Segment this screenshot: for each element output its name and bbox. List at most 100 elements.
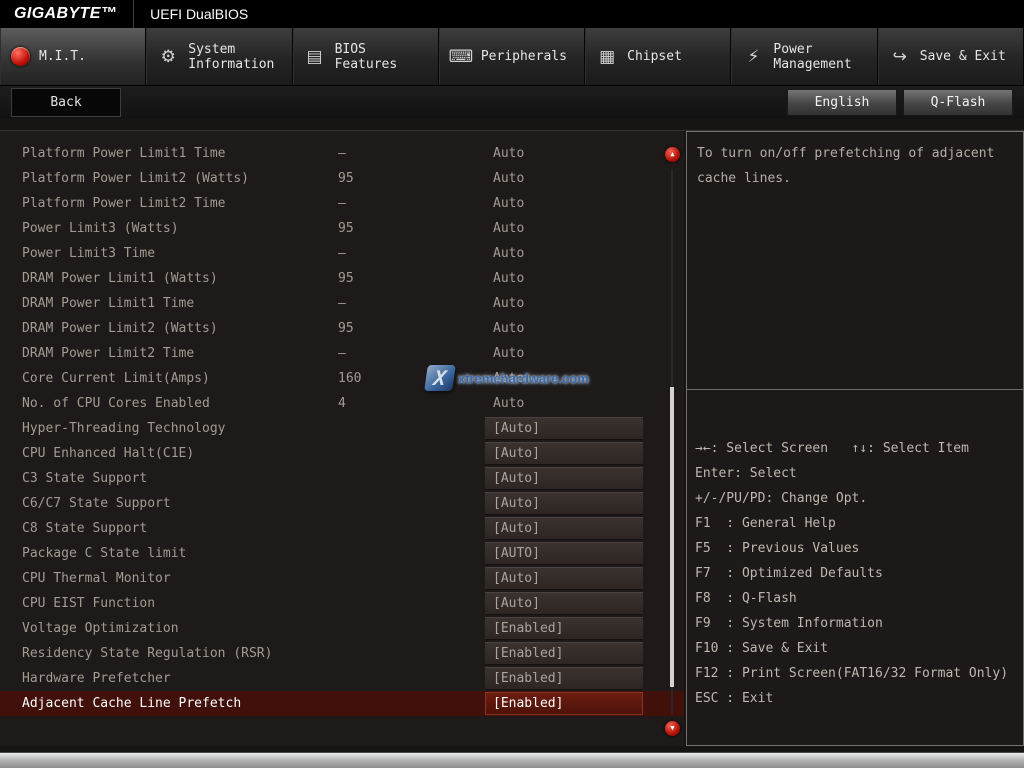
setting-value: 95 bbox=[338, 171, 485, 186]
tab-label: Save & Exit bbox=[920, 49, 1006, 64]
setting-option[interactable]: Auto bbox=[485, 216, 643, 241]
setting-label: CPU Enhanced Halt(C1E) bbox=[0, 446, 338, 461]
setting-label: C6/C7 State Support bbox=[0, 496, 338, 511]
settings-list: Platform Power Limit1 Time – Auto Platfo… bbox=[0, 141, 684, 716]
setting-row[interactable]: DRAM Power Limit2 Time – Auto bbox=[0, 341, 684, 366]
setting-row[interactable]: Platform Power Limit2 Time – Auto bbox=[0, 191, 684, 216]
setting-row[interactable]: No. of CPU Cores Enabled 4 Auto bbox=[0, 391, 684, 416]
setting-option[interactable]: Auto bbox=[485, 341, 643, 366]
setting-option[interactable]: [Enabled] bbox=[485, 617, 643, 640]
setting-option[interactable]: Auto bbox=[485, 291, 643, 316]
setting-label: Core Current Limit(Amps) bbox=[0, 371, 338, 386]
back-button[interactable]: Back bbox=[11, 88, 121, 117]
setting-label: DRAM Power Limit2 Time bbox=[0, 346, 338, 361]
setting-row[interactable]: CPU EIST Function [Auto] bbox=[0, 591, 684, 616]
setting-option[interactable]: [Enabled] bbox=[485, 692, 643, 715]
setting-option[interactable]: [Auto] bbox=[485, 592, 643, 615]
setting-option[interactable]: Auto bbox=[485, 141, 643, 166]
setting-option[interactable]: Auto bbox=[485, 266, 643, 291]
setting-option[interactable]: [Enabled] bbox=[485, 667, 643, 690]
tab-peripherals[interactable]: ⌨ Peripherals bbox=[439, 28, 585, 85]
setting-value: – bbox=[338, 346, 485, 361]
scroll-thumb[interactable] bbox=[670, 387, 674, 687]
setting-option[interactable]: [AUTO] bbox=[485, 542, 643, 565]
setting-label: C8 State Support bbox=[0, 521, 338, 536]
setting-option[interactable]: [Auto] bbox=[485, 517, 643, 540]
setting-option[interactable]: Auto bbox=[485, 166, 643, 191]
setting-row[interactable]: DRAM Power Limit1 Time – Auto bbox=[0, 291, 684, 316]
setting-row[interactable]: Voltage Optimization [Enabled] bbox=[0, 616, 684, 641]
setting-label: No. of CPU Cores Enabled bbox=[0, 396, 338, 411]
tab-label: M.I.T. bbox=[39, 49, 86, 64]
chipset-icon: ▦ bbox=[596, 46, 618, 68]
shortcut-line: F5 : Previous Values bbox=[695, 536, 1015, 561]
setting-row[interactable]: Core Current Limit(Amps) 160 Auto bbox=[0, 366, 684, 391]
setting-option[interactable]: Auto bbox=[485, 191, 643, 216]
tab-save-exit[interactable]: ↪ Save & Exit bbox=[878, 28, 1024, 85]
setting-option[interactable]: Auto bbox=[485, 241, 643, 266]
main-area: Platform Power Limit1 Time – Auto Platfo… bbox=[0, 130, 1024, 746]
scrollbar[interactable]: ▲ ▼ bbox=[664, 147, 680, 736]
setting-option[interactable]: [Auto] bbox=[485, 442, 643, 465]
setting-value: 95 bbox=[338, 271, 485, 286]
setting-option[interactable]: [Enabled] bbox=[485, 642, 643, 665]
tab-label: Power Management bbox=[773, 42, 851, 72]
language-button[interactable]: English bbox=[787, 89, 897, 116]
tab-power-management[interactable]: ⚡ Power Management bbox=[731, 28, 877, 85]
setting-value: – bbox=[338, 146, 485, 161]
setting-row[interactable]: Hyper-Threading Technology [Auto] bbox=[0, 416, 684, 441]
setting-row[interactable]: C6/C7 State Support [Auto] bbox=[0, 491, 684, 516]
setting-option[interactable]: [Auto] bbox=[485, 467, 643, 490]
setting-row[interactable]: Package C State limit [AUTO] bbox=[0, 541, 684, 566]
setting-label: Residency State Regulation (RSR) bbox=[0, 646, 338, 661]
setting-label: Package C State limit bbox=[0, 546, 338, 561]
setting-value: 95 bbox=[338, 221, 485, 236]
setting-row[interactable]: C8 State Support [Auto] bbox=[0, 516, 684, 541]
setting-label: Platform Power Limit2 Time bbox=[0, 196, 338, 211]
shortcut-line: F10 : Save & Exit bbox=[695, 636, 1015, 661]
tab-chipset[interactable]: ▦ Chipset bbox=[585, 28, 731, 85]
tab-bios-features[interactable]: ▤ BIOS Features bbox=[293, 28, 439, 85]
power-icon: ⚡ bbox=[742, 46, 764, 68]
tab-system-information[interactable]: ⚙ System Information bbox=[146, 28, 292, 85]
qflash-button[interactable]: Q-Flash bbox=[903, 89, 1013, 116]
setting-row[interactable]: Platform Power Limit2 (Watts) 95 Auto bbox=[0, 166, 684, 191]
setting-row[interactable]: Hardware Prefetcher [Enabled] bbox=[0, 666, 684, 691]
setting-value: 4 bbox=[338, 396, 485, 411]
tab-label: BIOS Features bbox=[335, 42, 398, 72]
scroll-up-button[interactable]: ▲ bbox=[665, 147, 680, 162]
setting-option[interactable]: [Auto] bbox=[485, 417, 643, 440]
setting-option[interactable]: Auto bbox=[485, 391, 643, 416]
setting-option[interactable]: Auto bbox=[485, 366, 643, 391]
tab-label: System Information bbox=[188, 42, 274, 72]
setting-row[interactable]: Adjacent Cache Line Prefetch [Enabled] bbox=[0, 691, 684, 716]
setting-row[interactable]: Power Limit3 (Watts) 95 Auto bbox=[0, 216, 684, 241]
setting-label: Power Limit3 Time bbox=[0, 246, 338, 261]
setting-label: Hyper-Threading Technology bbox=[0, 421, 338, 436]
scroll-down-button[interactable]: ▼ bbox=[665, 721, 680, 736]
setting-label: Adjacent Cache Line Prefetch bbox=[0, 696, 338, 711]
setting-label: C3 State Support bbox=[0, 471, 338, 486]
setting-option[interactable]: Auto bbox=[485, 316, 643, 341]
setting-value: 95 bbox=[338, 321, 485, 336]
shortcut-line: +/-/PU/PD: Change Opt. bbox=[695, 486, 1015, 511]
help-text: To turn on/off prefetching of adjacent c… bbox=[687, 132, 1023, 389]
setting-row[interactable]: CPU Thermal Monitor [Auto] bbox=[0, 566, 684, 591]
shortcut-list: →←: Select Screen ↑↓: Select Item Enter:… bbox=[687, 390, 1023, 711]
setting-row[interactable]: DRAM Power Limit1 (Watts) 95 Auto bbox=[0, 266, 684, 291]
setting-row[interactable]: C3 State Support [Auto] bbox=[0, 466, 684, 491]
bios-screen: GIGABYTE™ UEFI DualBIOS M.I.T. ⚙ System … bbox=[0, 0, 1024, 768]
setting-option[interactable]: [Auto] bbox=[485, 492, 643, 515]
setting-value: 160 bbox=[338, 371, 485, 386]
setting-row[interactable]: Power Limit3 Time – Auto bbox=[0, 241, 684, 266]
shortcut-line: Enter: Select bbox=[695, 461, 1015, 486]
setting-label: Power Limit3 (Watts) bbox=[0, 221, 338, 236]
setting-row[interactable]: CPU Enhanced Halt(C1E) [Auto] bbox=[0, 441, 684, 466]
setting-row[interactable]: DRAM Power Limit2 (Watts) 95 Auto bbox=[0, 316, 684, 341]
scroll-track[interactable] bbox=[671, 169, 673, 714]
setting-label: Hardware Prefetcher bbox=[0, 671, 338, 686]
setting-row[interactable]: Platform Power Limit1 Time – Auto bbox=[0, 141, 684, 166]
setting-row[interactable]: Residency State Regulation (RSR) [Enable… bbox=[0, 641, 684, 666]
tab-mit[interactable]: M.I.T. bbox=[0, 28, 146, 85]
setting-option[interactable]: [Auto] bbox=[485, 567, 643, 590]
